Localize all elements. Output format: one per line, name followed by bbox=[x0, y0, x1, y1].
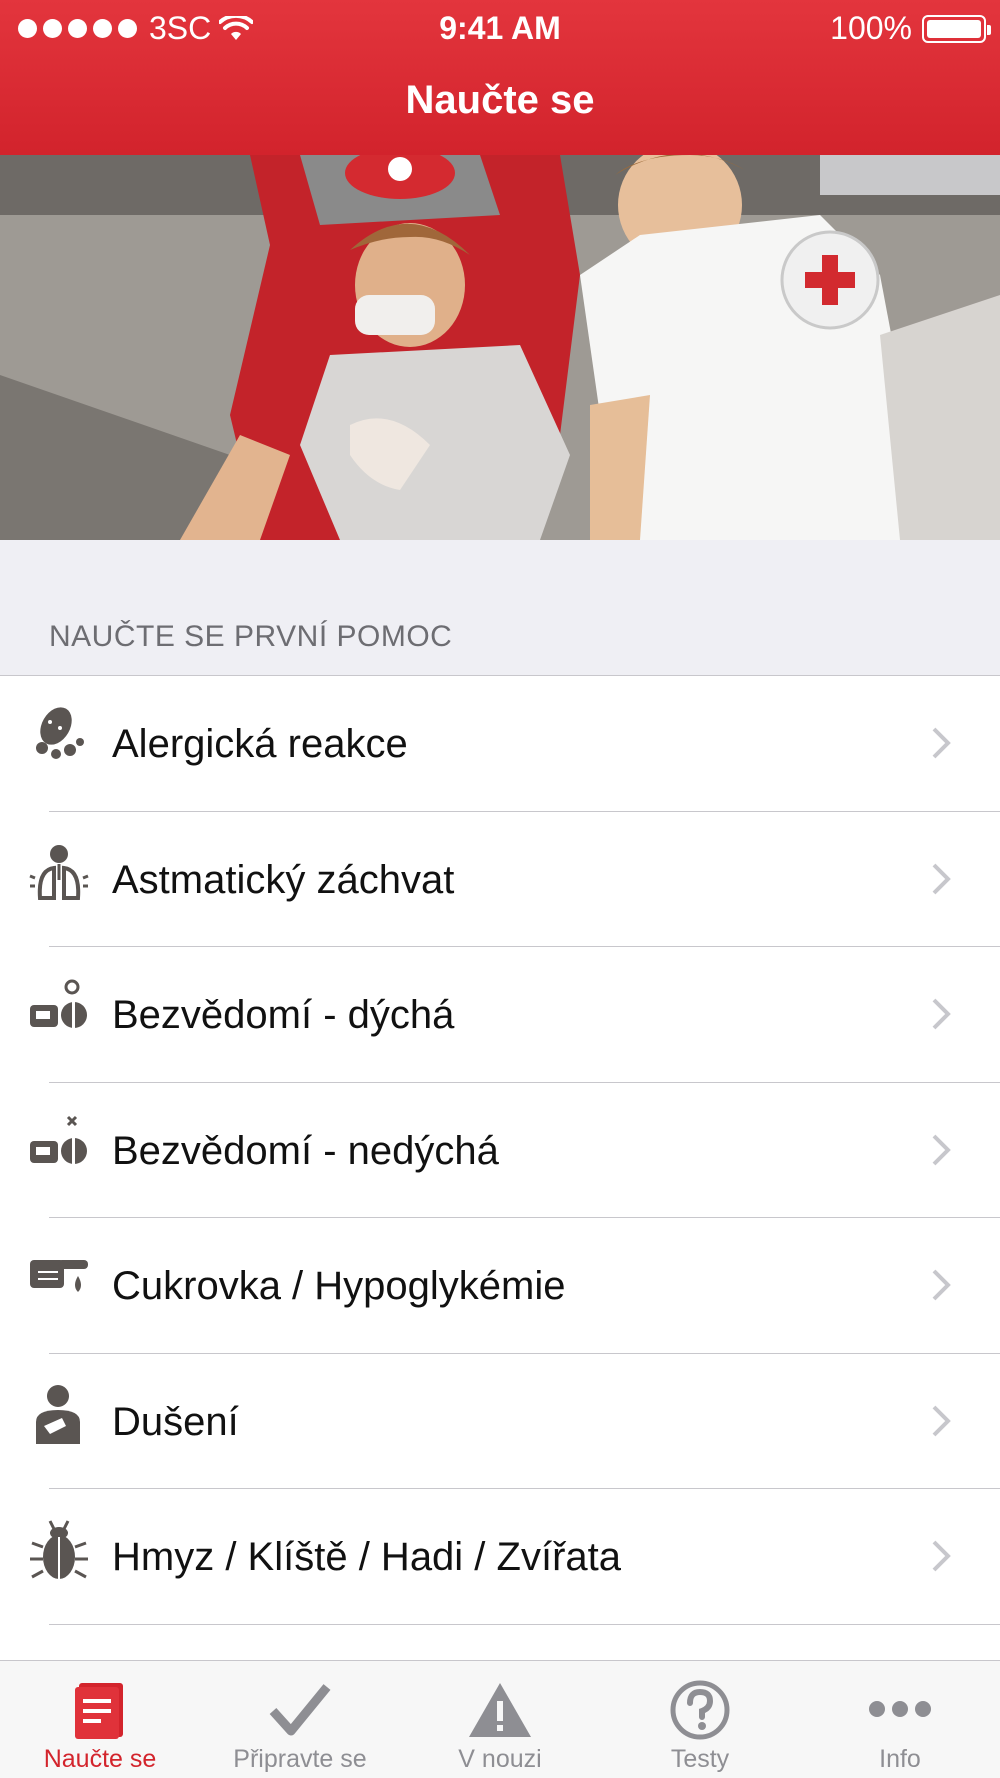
list-item-label: Bezvědomí - nedýchá bbox=[112, 1128, 499, 1173]
tab-label: Testy bbox=[670, 1745, 730, 1773]
chevron-right-icon bbox=[932, 1405, 951, 1436]
page-title: Naučte se bbox=[405, 78, 595, 122]
battery-percent: 100% bbox=[830, 10, 912, 46]
status-right: 100% bbox=[830, 10, 991, 47]
chevron-right-icon bbox=[932, 1540, 951, 1572]
chevron-right-icon bbox=[932, 1134, 951, 1165]
hero-image bbox=[0, 155, 1000, 540]
tab-bar: Naučte se Připravte se V nouzi Testy Inf… bbox=[0, 1660, 1000, 1778]
list-item-unconscious-not-breathing[interactable]: Bezvědomí - nedýchá bbox=[0, 1083, 1000, 1219]
lungs-icon bbox=[29, 844, 89, 900]
chevron-right-icon bbox=[932, 998, 951, 1030]
tab-learn[interactable]: Naučte se bbox=[0, 1661, 200, 1778]
tab-label: Info bbox=[879, 1745, 921, 1773]
section-header: NAUČTE SE PRVNÍ POMOC bbox=[49, 620, 453, 653]
tab-label: Připravte se bbox=[233, 1745, 367, 1773]
status-bar: 3SC 9:41 AM 100% bbox=[0, 0, 1000, 56]
warning-icon bbox=[469, 1683, 531, 1737]
battery-icon bbox=[922, 14, 991, 43]
checkmark-icon bbox=[269, 1684, 331, 1736]
book-icon bbox=[75, 1683, 123, 1739]
list-item-label: Alergická reakce bbox=[112, 722, 408, 766]
tab-label: V nouzi bbox=[458, 1745, 542, 1773]
chevron-right-icon bbox=[932, 863, 951, 894]
list-item-allergic-reaction[interactable]: Alergická reakce bbox=[0, 676, 1000, 812]
list-item-unconscious-breathing[interactable]: Bezvědomí - dýchá bbox=[0, 947, 1000, 1083]
navigation-header: 3SC 9:41 AM 100% Naučte se bbox=[0, 0, 1000, 155]
tab-tests[interactable]: Testy bbox=[600, 1661, 800, 1778]
tab-info[interactable]: Info bbox=[800, 1661, 1000, 1778]
list-item-insects-animals[interactable]: Hmyz / Klíště / Hadi / Zvířata bbox=[0, 1489, 1000, 1625]
list-item-diabetes[interactable]: Cukrovka / Hypoglykémie bbox=[0, 1218, 1000, 1354]
choking-icon bbox=[36, 1384, 80, 1444]
hero-illustration bbox=[0, 155, 1000, 540]
chevron-right-icon bbox=[932, 727, 951, 759]
list-item-asthma[interactable]: Astmatický záchvat bbox=[0, 812, 1000, 948]
list-item-label: Cukrovka / Hypoglykémie bbox=[112, 1264, 566, 1308]
unconscious-not-breathing-icon bbox=[30, 1115, 87, 1165]
finger-drop-icon bbox=[30, 1260, 88, 1292]
tab-emergency[interactable]: V nouzi bbox=[400, 1661, 600, 1778]
topic-list: Alergická reakce Astmatický záchvat Bezv… bbox=[0, 675, 1000, 1760]
list-item-label: Dušení bbox=[112, 1399, 239, 1444]
list-item-choking[interactable]: Dušení bbox=[0, 1354, 1000, 1490]
chevron-right-icon bbox=[932, 1269, 951, 1301]
tab-label: Naučte se bbox=[43, 1745, 157, 1773]
tab-prepare[interactable]: Připravte se bbox=[200, 1661, 400, 1778]
peanut-icon bbox=[36, 707, 84, 759]
question-icon bbox=[670, 1680, 730, 1740]
bug-icon bbox=[30, 1520, 88, 1579]
list-item-label: Bezvědomí - dýchá bbox=[112, 993, 455, 1037]
list-item-label: Astmatický záchvat bbox=[112, 857, 455, 902]
unconscious-breathing-icon bbox=[30, 979, 87, 1029]
list-item-label: Hmyz / Klíště / Hadi / Zvířata bbox=[112, 1535, 622, 1579]
more-icon bbox=[869, 1701, 931, 1717]
screen: 3SC 9:41 AM 100% Naučte se NAUČTE SE PRV… bbox=[0, 0, 1000, 1778]
